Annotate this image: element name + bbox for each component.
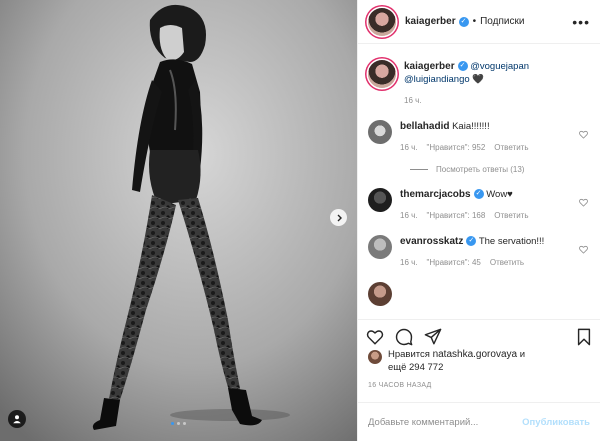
post-header: kaiagerber ✓ • Подписки ••• (358, 0, 600, 44)
comment-text: Kaia!!!!!!! (452, 121, 490, 132)
reply-button[interactable]: Ответить (490, 256, 524, 269)
comment-time[interactable]: 16 ч. (400, 141, 418, 154)
like-heart-icon[interactable] (366, 328, 384, 346)
post-photo[interactable] (0, 0, 357, 441)
carousel-dot (171, 422, 174, 425)
divider (410, 169, 428, 170)
comment-likes[interactable]: "Нравится": 45 (427, 256, 481, 269)
mention-link[interactable]: @voguejapan (470, 61, 529, 72)
carousel-indicator (0, 422, 357, 425)
author-avatar[interactable] (368, 7, 396, 36)
commenter-avatar[interactable] (368, 120, 392, 144)
likes-suffix: и (519, 349, 526, 360)
add-comment-bar: Опубликовать (358, 402, 600, 441)
comments-list: kaiagerber ✓ @voguejapan @luigiandiango 🖤… (358, 44, 600, 312)
commenter-username[interactable]: evanrosskatz (400, 236, 463, 247)
post-side-panel: kaiagerber ✓ • Подписки ••• kaiagerber ✓ … (357, 0, 600, 441)
view-replies-button[interactable]: Посмотреть ответы (13) (410, 165, 590, 174)
reply-button[interactable]: Ответить (494, 141, 528, 154)
likes-prefix: Нравится (388, 349, 430, 360)
likes-summary: Нравится natashka.gorovaya и ещё 294 772 (368, 348, 590, 374)
comment-partial (368, 282, 590, 306)
comment: evanrosskatz ✓ The servation!!! 16 ч. "Нр… (368, 235, 590, 269)
like-comment-icon[interactable] (579, 130, 588, 139)
commenter-avatar[interactable] (368, 188, 392, 212)
next-photo-button[interactable] (330, 209, 347, 226)
reply-button[interactable]: Ответить (494, 209, 528, 222)
comment-input[interactable] (368, 416, 523, 428)
verified-badge-icon: ✓ (458, 16, 469, 27)
commenter-avatar[interactable] (368, 282, 392, 306)
like-comment-icon[interactable] (579, 198, 588, 207)
following-button[interactable]: Подписки (480, 16, 524, 27)
comment-text: Wow♥ (486, 189, 513, 200)
verified-badge-icon: ✓ (466, 236, 477, 247)
comment-text: The servation!!! (478, 236, 545, 247)
carousel-dot (177, 422, 180, 425)
caption: kaiagerber ✓ @voguejapan @luigiandiango 🖤… (368, 60, 590, 107)
comment-time[interactable]: 16 ч. (400, 256, 418, 269)
comment-time[interactable]: 16 ч. (404, 94, 422, 107)
commenter-avatar[interactable] (368, 235, 392, 259)
save-bookmark-icon[interactable] (576, 328, 592, 346)
commenter-username[interactable]: themarcjacobs (400, 189, 471, 200)
publish-button[interactable]: Опубликовать (522, 417, 590, 428)
carousel-dot (183, 422, 186, 425)
fashion-photo (0, 0, 357, 441)
liker-avatar[interactable] (368, 350, 382, 364)
comment-likes[interactable]: "Нравится": 952 (427, 141, 486, 154)
post-view: kaiagerber ✓ • Подписки ••• kaiagerber ✓ … (0, 0, 600, 441)
comment-likes[interactable]: "Нравится": 168 (427, 209, 486, 222)
commenter-username[interactable]: bellahadid (400, 121, 449, 132)
chevron-right-icon (337, 214, 342, 221)
comment-bubble-icon[interactable] (395, 328, 413, 346)
more-options-icon[interactable]: ••• (572, 14, 590, 30)
likes-count[interactable]: ещё 294 772 (388, 362, 443, 373)
share-paper-plane-icon[interactable] (424, 328, 442, 346)
separator: • (472, 16, 477, 27)
author-avatar[interactable] (368, 60, 396, 88)
like-comment-icon[interactable] (579, 245, 588, 254)
comment-time[interactable]: 16 ч. (400, 209, 418, 222)
tagged-users-button[interactable] (8, 410, 26, 428)
caption-username[interactable]: kaiagerber (404, 61, 455, 72)
post-timestamp[interactable]: 16 ЧАСОВ НАЗАД (368, 382, 432, 389)
verified-badge-icon: ✓ (457, 61, 468, 72)
view-replies-label: Посмотреть ответы (13) (436, 165, 525, 174)
author-username[interactable]: kaiagerber (405, 16, 456, 27)
black-heart-emoji: 🖤 (472, 74, 485, 85)
comment: bellahadid Kaia!!!!!!! 16 ч. "Нравится":… (368, 120, 590, 154)
liker-username[interactable]: natashka.gorovaya (433, 349, 518, 360)
mention-link[interactable]: @luigiandiango (404, 74, 470, 85)
verified-badge-icon: ✓ (473, 189, 484, 200)
comment: themarcjacobs ✓ Wow♥ 16 ч. "Нравится": 16… (368, 188, 590, 222)
